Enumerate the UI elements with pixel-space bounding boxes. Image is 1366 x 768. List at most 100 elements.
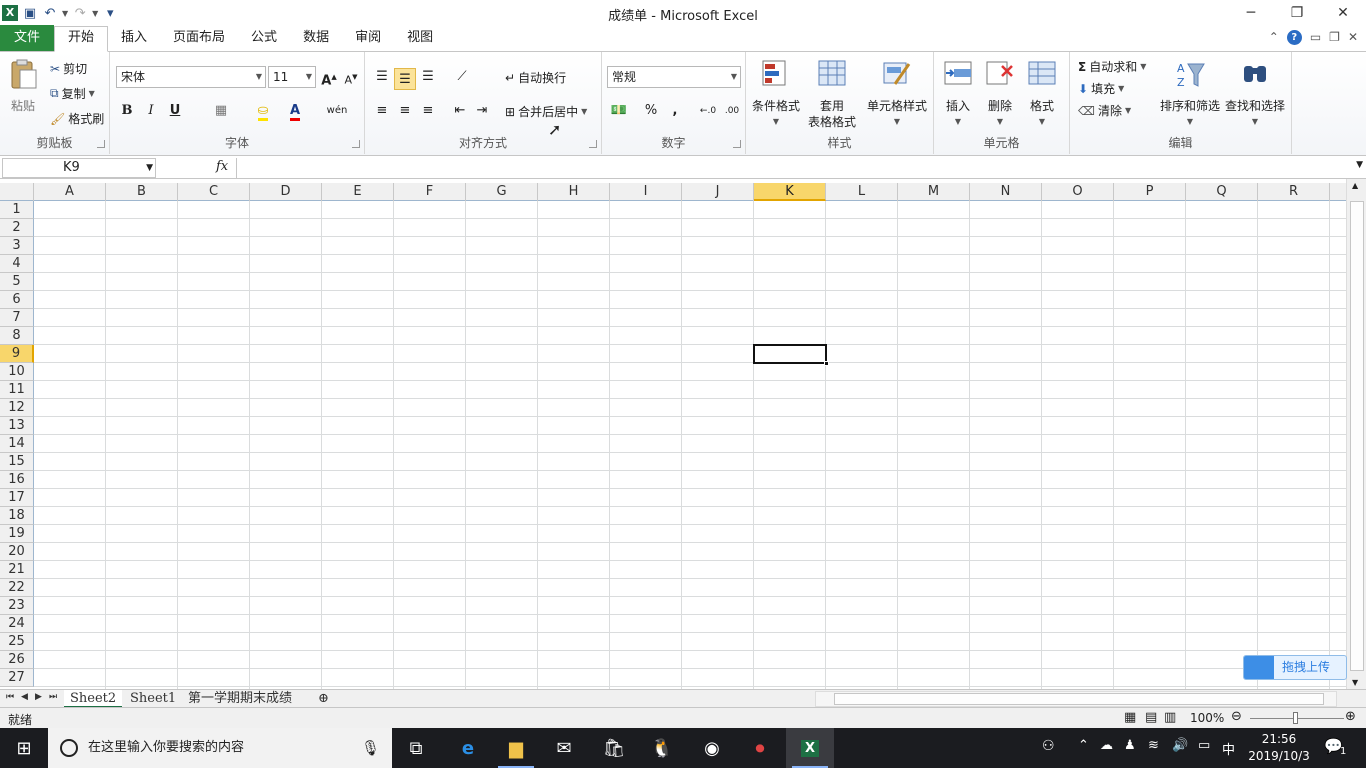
column-header[interactable]: I (610, 183, 682, 201)
fill-button[interactable]: ⬇ 填充 ▼ (1078, 80, 1124, 97)
column-header[interactable]: F (394, 183, 466, 201)
format-cells-button[interactable]: 格式 ▼ (1022, 58, 1062, 130)
cell-grid[interactable] (34, 201, 1346, 689)
column-header[interactable]: G (466, 183, 538, 201)
cloud-tray-icon[interactable]: ☁ (1100, 738, 1113, 753)
name-box[interactable]: K9 ▼ (2, 158, 156, 178)
expand-formula-icon[interactable]: ▼ (1356, 160, 1363, 170)
row-header[interactable]: 10 (0, 363, 34, 381)
autosum-button[interactable]: Σ 自动求和 ▼ (1078, 58, 1146, 75)
help-icon[interactable]: ? (1286, 30, 1302, 45)
column-header[interactable]: D (250, 183, 322, 201)
fill-handle[interactable] (824, 361, 829, 366)
alignment-launcher-icon[interactable] (589, 140, 597, 148)
row-header[interactable]: 21 (0, 561, 34, 579)
ime-indicator[interactable]: 中 (1222, 739, 1235, 758)
workbook-restore-icon[interactable]: ❐ (1329, 30, 1340, 45)
column-header[interactable]: A (34, 183, 106, 201)
insert-function-icon[interactable]: fx (216, 159, 228, 174)
redo-icon[interactable]: ↷ (72, 6, 88, 21)
column-header[interactable]: K (754, 183, 826, 201)
delete-cells-button[interactable]: 删除 ▼ (980, 58, 1020, 130)
tab-formulas[interactable]: 公式 (238, 27, 290, 51)
people-icon[interactable]: ⚇ (1042, 738, 1055, 754)
autosum-dropdown-icon[interactable]: ▼ (1140, 62, 1146, 71)
qq-tray-icon[interactable]: ♟ (1124, 738, 1136, 753)
row-header[interactable]: 3 (0, 237, 34, 255)
number-format-select[interactable]: 常规 ▼ (607, 66, 741, 88)
row-header[interactable]: 6 (0, 291, 34, 309)
tab-view[interactable]: 视图 (394, 27, 446, 51)
row-header[interactable]: 4 (0, 255, 34, 273)
wrap-text-button[interactable]: ↵ 自动换行 (505, 69, 566, 86)
paste-button[interactable]: 粘贴 (4, 58, 42, 114)
column-header[interactable]: H (538, 183, 610, 201)
align-center-button[interactable]: ≡ (394, 100, 416, 122)
column-header[interactable]: Q (1186, 183, 1258, 201)
insert-sheet-icon[interactable]: ⊕ (312, 690, 335, 708)
battery-icon[interactable]: ▭ (1198, 738, 1210, 753)
tab-data[interactable]: 数据 (290, 27, 342, 51)
fill-color-button[interactable]: ⛀ (252, 100, 274, 122)
minimize-button[interactable]: ─ (1228, 0, 1274, 26)
taskbar-search[interactable]: 在这里输入你要搜索的内容 🎙 (48, 728, 392, 768)
font-size-select[interactable]: 11 ▼ (268, 66, 316, 88)
first-sheet-icon[interactable]: ⏮ (6, 692, 14, 702)
file-explorer-icon[interactable]: ▆ (492, 728, 540, 768)
excel-logo-icon[interactable]: X (2, 5, 18, 21)
scroll-down-icon[interactable]: ▼ (1352, 678, 1358, 687)
customize-qat-icon[interactable]: ▾ (102, 6, 118, 21)
column-header[interactable]: O (1042, 183, 1114, 201)
underline-button[interactable]: U (164, 100, 186, 122)
increase-decimal-button[interactable]: ←.0 (696, 100, 720, 122)
copy-dropdown-icon[interactable]: ▼ (89, 89, 95, 98)
edge-icon[interactable]: e (444, 728, 492, 768)
fill-dropdown-icon[interactable]: ▼ (1118, 84, 1124, 93)
shrink-font-button[interactable]: A▼ (340, 66, 362, 88)
cut-button[interactable]: ✂ 剪切 (50, 60, 87, 77)
normal-view-icon[interactable]: ▦ (1124, 710, 1136, 725)
vertical-scrollbar[interactable]: ▲ ▼ (1346, 179, 1366, 689)
camera-app-icon[interactable]: ◉ (688, 728, 736, 768)
italic-button[interactable]: I (140, 100, 162, 122)
font-launcher-icon[interactable] (352, 140, 360, 148)
merge-dropdown-icon[interactable]: ▼ (581, 107, 587, 116)
column-header[interactable]: C (178, 183, 250, 201)
active-cell[interactable] (753, 344, 829, 366)
find-select-button[interactable]: 查找和选择 ▼ (1222, 58, 1288, 130)
page-layout-view-icon[interactable]: ▤ (1145, 710, 1157, 725)
row-header[interactable]: 11 (0, 381, 34, 399)
prev-sheet-icon[interactable]: ◀ (21, 692, 28, 702)
mail-icon[interactable]: ✉ (540, 728, 588, 768)
scroll-up-icon[interactable]: ▲ (1352, 181, 1358, 190)
row-header[interactable]: 25 (0, 633, 34, 651)
align-left-button[interactable]: ≡ (371, 100, 393, 122)
tray-overflow-icon[interactable]: ⌃ (1078, 738, 1089, 753)
column-header[interactable]: E (322, 183, 394, 201)
undo-dropdown-icon[interactable]: ▼ (62, 9, 68, 18)
align-top-button[interactable]: ☰ (371, 66, 393, 88)
row-header[interactable]: 15 (0, 453, 34, 471)
horizontal-scrollbar[interactable] (815, 691, 1337, 707)
row-header[interactable]: 5 (0, 273, 34, 291)
task-view-icon[interactable]: ⧉ (392, 728, 440, 768)
workbook-close-icon[interactable]: ✕ (1348, 30, 1358, 45)
row-header[interactable]: 19 (0, 525, 34, 543)
next-sheet-icon[interactable]: ▶ (35, 692, 42, 702)
row-header[interactable]: 9 (0, 345, 34, 363)
workbook-minimize-icon[interactable]: ▭ (1310, 30, 1321, 45)
align-right-button[interactable]: ≡ (417, 100, 439, 122)
insert-cells-button[interactable]: 插入 ▼ (938, 58, 978, 130)
page-break-view-icon[interactable]: ▥ (1164, 710, 1176, 725)
conditional-format-button[interactable]: 条件格式 ▼ (748, 58, 804, 130)
number-launcher-icon[interactable] (733, 140, 741, 148)
zoom-in-icon[interactable]: ⊕ (1345, 709, 1356, 724)
percent-button[interactable]: % (640, 100, 662, 122)
tab-file[interactable]: 文件 (0, 25, 54, 51)
row-header[interactable]: 8 (0, 327, 34, 345)
redo-dropdown-icon[interactable]: ▼ (92, 9, 98, 18)
tab-review[interactable]: 审阅 (342, 27, 394, 51)
cell-styles-button[interactable]: 单元格样式 ▼ (862, 58, 932, 130)
undo-icon[interactable]: ↶ (42, 6, 58, 21)
column-header[interactable]: N (970, 183, 1042, 201)
